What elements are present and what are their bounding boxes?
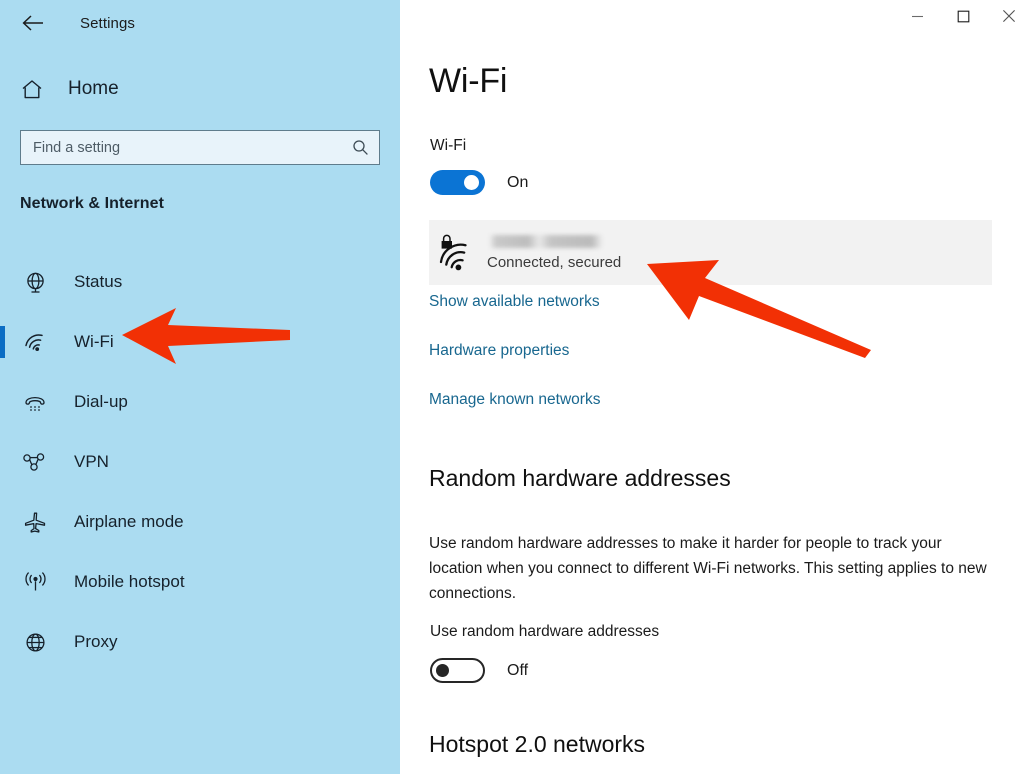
minimize-icon[interactable] xyxy=(894,0,940,32)
search-box[interactable] xyxy=(20,130,380,165)
sidebar-item-status[interactable]: Status xyxy=(0,252,400,312)
random-mac-toggle[interactable] xyxy=(430,658,485,683)
maximize-icon[interactable] xyxy=(940,0,986,32)
wifi-icon xyxy=(18,331,52,353)
wifi-toggle-row: On xyxy=(430,170,528,195)
window-controls xyxy=(894,0,1032,32)
network-info: Connected, secured xyxy=(487,234,622,271)
sidebar-item-label: VPN xyxy=(74,452,109,471)
toggle-knob xyxy=(464,175,479,190)
sidebar-item-label: Proxy xyxy=(74,632,118,651)
network-name-redacted xyxy=(489,234,603,248)
sidebar-item-label: Wi-Fi xyxy=(74,332,114,351)
sidebar-item-proxy[interactable]: Proxy xyxy=(0,612,400,672)
settings-window: Settings Home Netwo xyxy=(0,0,1032,774)
sidebar-item-dialup[interactable]: Dial-up xyxy=(0,372,400,432)
search-icon[interactable] xyxy=(349,139,369,156)
random-mac-toggle-row: Off xyxy=(430,658,528,683)
airplane-icon xyxy=(18,511,52,534)
link-hardware-properties[interactable]: Hardware properties xyxy=(429,342,569,360)
link-manage-known-networks[interactable]: Manage known networks xyxy=(429,391,600,409)
home-icon xyxy=(20,79,44,100)
sidebar-item-mobile-hotspot[interactable]: Mobile hotspot xyxy=(0,552,400,612)
wifi-toggle-label: Wi-Fi xyxy=(430,137,467,154)
close-icon[interactable] xyxy=(986,0,1032,32)
wifi-toggle[interactable] xyxy=(430,170,485,195)
page-title: Wi-Fi xyxy=(429,62,508,100)
random-mac-toggle-state: Off xyxy=(507,661,529,679)
link-show-available-networks[interactable]: Show available networks xyxy=(429,293,600,311)
back-arrow-icon[interactable] xyxy=(10,3,56,43)
sidebar-item-home-label: Home xyxy=(68,78,119,99)
sidebar-nav: Status Wi-Fi Dial-up VPN Airplane mode M… xyxy=(0,252,400,672)
toggle-knob xyxy=(436,664,449,677)
search-container xyxy=(20,130,380,165)
hotspot-icon xyxy=(18,571,52,593)
sidebar-item-airplane-mode[interactable]: Airplane mode xyxy=(0,492,400,552)
random-mac-toggle-label: Use random hardware addresses xyxy=(430,623,660,640)
sidebar-item-wifi[interactable]: Wi-Fi xyxy=(0,312,400,372)
wifi-toggle-state: On xyxy=(507,173,529,191)
sidebar-category-title: Network & Internet xyxy=(20,195,165,212)
network-status: Connected, secured xyxy=(487,253,622,271)
sidebar: Settings Home Netwo xyxy=(0,0,400,774)
wifi-signal-icon xyxy=(435,232,481,274)
globe-icon xyxy=(18,631,52,654)
connected-network-card[interactable]: Connected, secured xyxy=(429,220,992,285)
sidebar-item-label: Dial-up xyxy=(74,392,128,411)
globe-icon xyxy=(18,271,52,294)
search-input[interactable] xyxy=(33,139,349,156)
main-content: Wi-Fi Wi-Fi On Connected, secured Show a… xyxy=(400,0,1032,774)
sidebar-item-label: Airplane mode xyxy=(74,512,184,531)
hotspot-heading: Hotspot 2.0 networks xyxy=(429,731,646,757)
random-hardware-addresses-heading: Random hardware addresses xyxy=(429,465,731,491)
titlebar-left: Settings xyxy=(0,0,400,46)
sidebar-item-vpn[interactable]: VPN xyxy=(0,432,400,492)
dialup-phone-icon xyxy=(18,391,52,413)
sidebar-item-home[interactable]: Home xyxy=(20,70,119,108)
app-title: Settings xyxy=(80,14,135,32)
random-hardware-addresses-description: Use random hardware addresses to make it… xyxy=(429,535,987,602)
vpn-icon xyxy=(18,452,52,472)
sidebar-item-label: Status xyxy=(74,272,123,291)
selection-accent-bar xyxy=(0,326,5,358)
sidebar-item-label: Mobile hotspot xyxy=(74,572,185,591)
